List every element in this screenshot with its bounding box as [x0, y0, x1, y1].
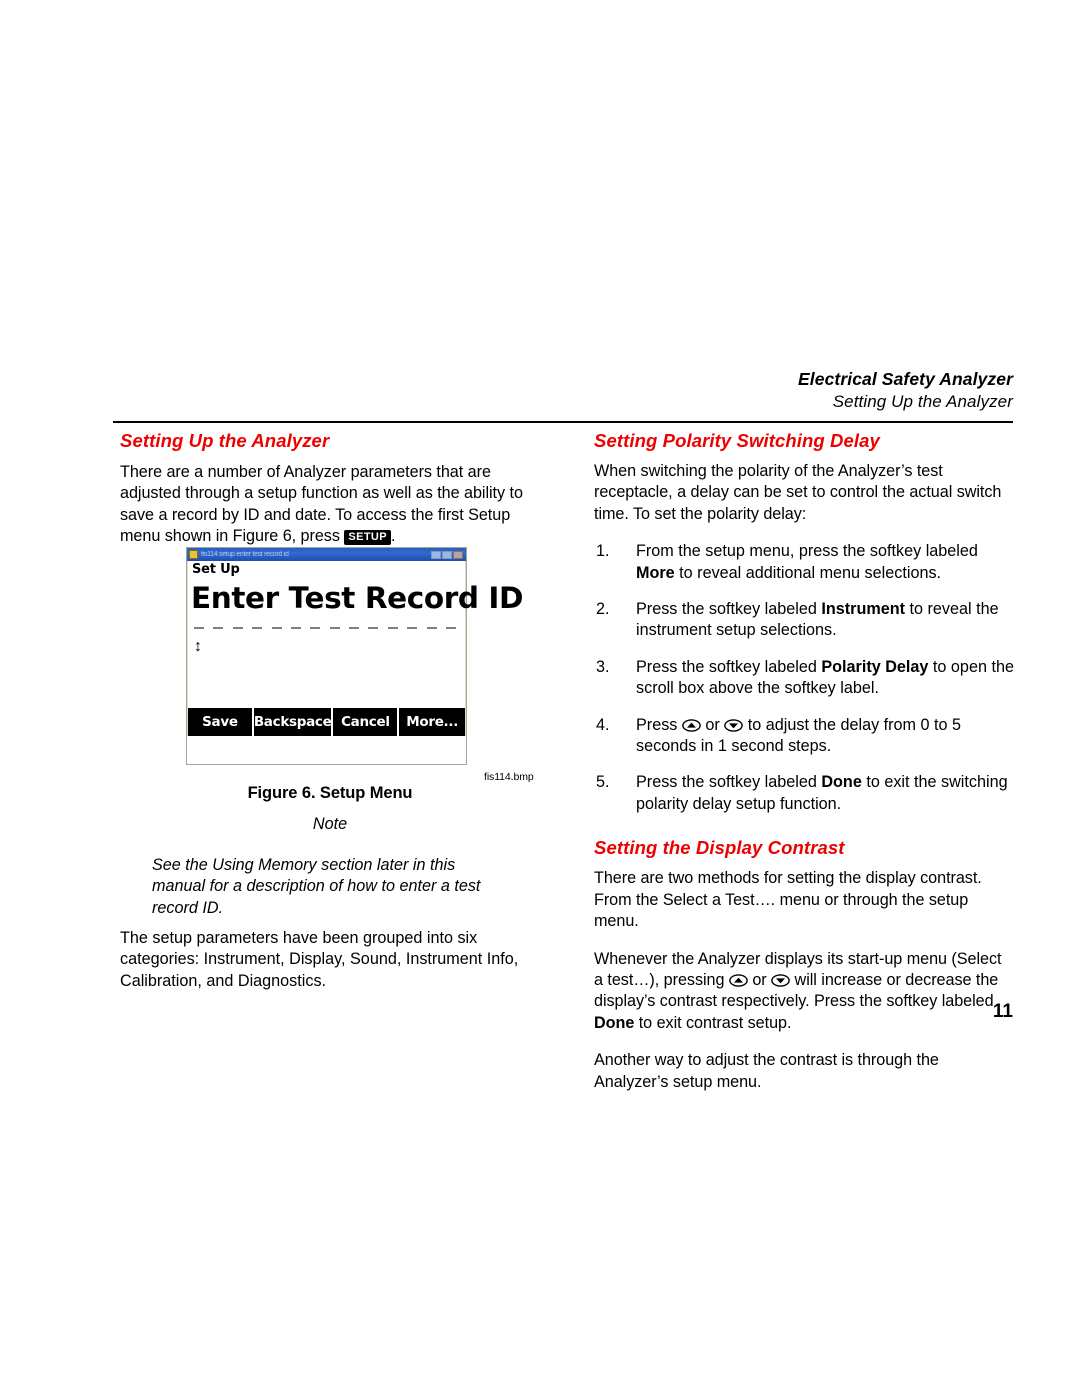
- running-header: Electrical Safety Analyzer Setting Up th…: [113, 368, 1013, 413]
- dash-mark: [310, 627, 321, 629]
- close-icon[interactable]: [453, 550, 463, 559]
- emphasis-text: Instrument: [821, 600, 906, 619]
- window-titlebar: fis114 setup enter test record id: [187, 548, 466, 561]
- screen-heading: Enter Test Record ID: [191, 581, 524, 615]
- page-number: 11: [992, 1001, 1013, 1022]
- down-arrow-key-icon: [724, 718, 744, 732]
- section-title-display-contrast: Setting the Display Contrast: [594, 837, 845, 859]
- right-column: Setting Polarity Switching Delay When sw…: [594, 430, 1014, 1093]
- dash-mark: [445, 627, 456, 629]
- device-screen: Set Up Enter Test Record ID ↕ Save Backs…: [187, 561, 524, 736]
- dash-mark: [426, 627, 437, 629]
- dash-mark: [194, 627, 204, 629]
- dash-mark: [387, 627, 398, 629]
- body-text: to exit contrast setup.: [634, 1013, 792, 1032]
- softkey-bar: Save Backspace Cancel More...: [188, 708, 465, 736]
- list-item-text: Press the softkey labeled Instrument to …: [636, 600, 999, 639]
- list-item: 5. Press the softkey labeled Done to exit…: [594, 772, 1014, 815]
- closing-paragraph: The setup parameters have been grouped i…: [120, 929, 519, 990]
- list-item-text: Press the softkey labeled Polarity Delay…: [636, 658, 1014, 697]
- softkey-cancel[interactable]: Cancel: [333, 708, 400, 736]
- up-arrow-key-icon: [682, 718, 701, 732]
- list-item-text: Press or to adjust the delay from 0 to 5…: [636, 716, 961, 755]
- figure-file-label: fis114.bmp: [484, 771, 534, 783]
- list-item-number: 3.: [596, 657, 610, 676]
- window-title-text: fis114 setup enter test record id: [201, 551, 289, 558]
- up-down-scroll-icon: ↕: [194, 638, 202, 655]
- body-text: Press: [636, 715, 682, 734]
- screen-mode-label: Set Up: [192, 562, 240, 577]
- page-title: Setting Up the Analyzer: [120, 430, 330, 451]
- list-item-number: 5.: [596, 773, 610, 792]
- header-subtitle: Setting Up the Analyzer: [832, 392, 1013, 411]
- device-screenshot: fis114 setup enter test record id Set Up…: [186, 547, 524, 765]
- header-divider: [113, 421, 1013, 423]
- emphasis-text: Done: [594, 1013, 635, 1032]
- dash-mark: [232, 627, 243, 629]
- contrast-paragraph-1: There are two methods for setting the di…: [594, 869, 982, 931]
- list-item: 4. Press or to adjust the delay from 0 to…: [594, 715, 1014, 758]
- intro-text: There are a number of Analyzer parameter…: [120, 463, 523, 546]
- softkey-save[interactable]: Save: [188, 708, 254, 736]
- setup-key-badge: SETUP: [344, 530, 392, 546]
- dash-mark: [252, 627, 263, 629]
- dash-mark: [290, 627, 301, 629]
- dash-mark: [213, 627, 224, 629]
- maximize-icon[interactable]: [442, 550, 452, 559]
- figure-caption: Figure 6. Setup Menu: [247, 784, 413, 802]
- dash-mark: [349, 627, 359, 629]
- list-item-number: 4.: [596, 715, 610, 734]
- list-item-text: From the setup menu, press the softkey l…: [636, 542, 978, 581]
- body-text: From the setup menu, press the softkey l…: [636, 542, 978, 561]
- softkey-more[interactable]: More...: [399, 708, 465, 736]
- intro-paragraph: There are a number of Analyzer parameter…: [120, 462, 540, 548]
- body-text: or: [747, 970, 772, 989]
- left-column: Setting Up the Analyzer There are a numb…: [120, 430, 540, 548]
- document-page: Electrical Safety Analyzer Setting Up th…: [0, 0, 1080, 1397]
- dash-mark: [329, 627, 340, 629]
- window-app-icon: [189, 550, 198, 559]
- polarity-steps-list: 1. From the setup menu, press the softkey…: [594, 541, 1014, 815]
- note-label: Note: [312, 815, 348, 833]
- list-item-text: Press the softkey labeled Done to exit t…: [636, 773, 1008, 812]
- section-title-polarity-delay: Setting Polarity Switching Delay: [594, 430, 880, 451]
- intro-period: .: [391, 527, 396, 546]
- polarity-intro-paragraph: When switching the polarity of the Analy…: [594, 462, 1002, 523]
- note-text: See the Using Memory section later in th…: [152, 856, 481, 917]
- emphasis-text: Polarity Delay: [821, 657, 929, 676]
- list-item-number: 1.: [596, 542, 610, 561]
- dash-mark: [368, 627, 379, 629]
- window-controls: [431, 550, 463, 559]
- emphasis-text: More: [636, 563, 675, 582]
- dash-mark: [271, 627, 282, 629]
- list-item: 3. Press the softkey labeled Polarity Del…: [594, 657, 1014, 700]
- body-text: to reveal additional menu selections.: [674, 563, 942, 582]
- up-arrow-key-icon: [729, 974, 748, 987]
- contrast-paragraph-3: Another way to adjust the contrast is th…: [594, 1051, 939, 1091]
- list-item: 2. Press the softkey labeled Instrument t…: [594, 599, 1014, 642]
- softkey-backspace[interactable]: Backspace: [254, 708, 334, 736]
- emphasis-text: Done: [821, 773, 862, 792]
- list-item: 1. From the setup menu, press the softkey…: [594, 541, 1014, 584]
- list-item-number: 2.: [596, 600, 610, 619]
- header-title: Electrical Safety Analyzer: [798, 369, 1013, 389]
- figure-setup-menu: fis114 setup enter test record id Set Up…: [186, 547, 524, 765]
- entry-field-dashes[interactable]: [194, 627, 456, 629]
- body-text: or: [700, 715, 725, 734]
- down-arrow-key-icon: [771, 974, 790, 987]
- body-text: Press the softkey labeled: [636, 773, 822, 792]
- dash-mark: [407, 627, 418, 629]
- body-text: Press the softkey labeled: [636, 657, 822, 676]
- minimize-icon[interactable]: [431, 550, 441, 559]
- body-text: Press the softkey labeled: [636, 600, 822, 619]
